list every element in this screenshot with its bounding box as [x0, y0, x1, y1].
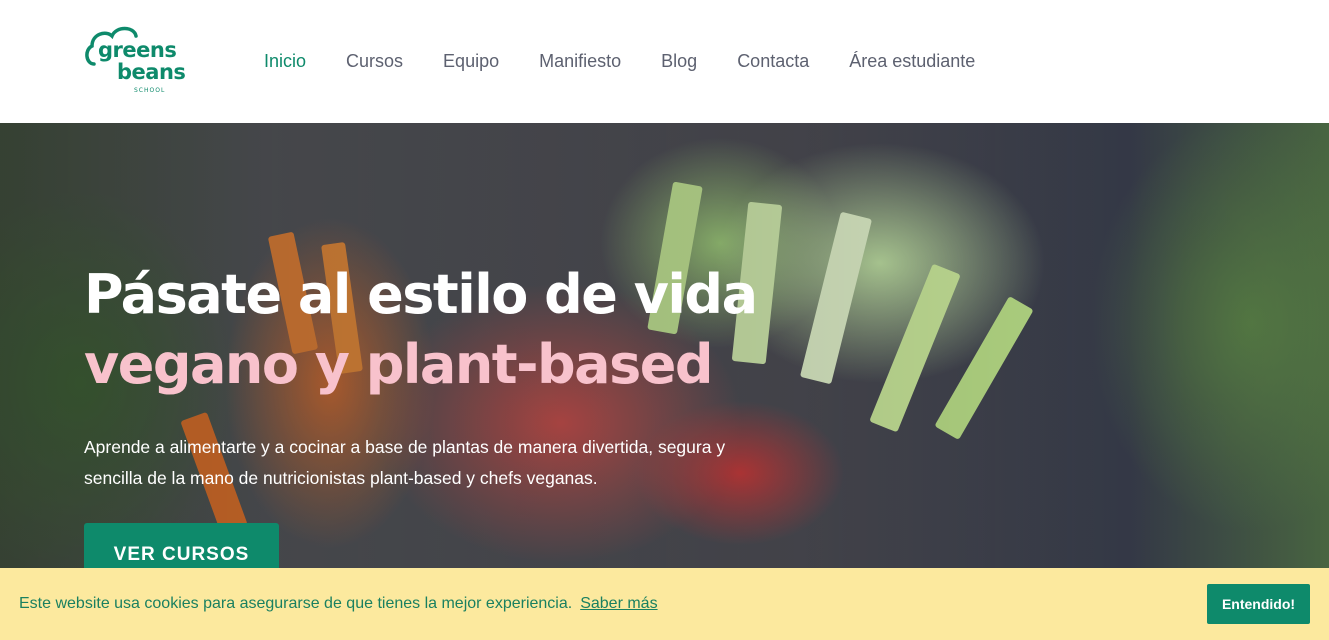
greens-beans-logo[interactable]: greens beans SCHOOL: [84, 24, 206, 98]
logo-text-beans: beans: [117, 60, 186, 84]
hero-title-highlight: vegano y plant-based: [84, 333, 714, 396]
hero-title: Pásate al estilo de vida: [84, 263, 758, 326]
nav-item-cursos[interactable]: Cursos: [346, 48, 403, 74]
main-nav: Inicio Cursos Equipo Manifiesto Blog Con…: [264, 48, 1015, 74]
site-header: greens beans SCHOOL Inicio Cursos Equipo…: [0, 0, 1329, 123]
nav-item-contacta[interactable]: Contacta: [737, 48, 809, 74]
nav-item-equipo[interactable]: Equipo: [443, 48, 499, 74]
hero-subtitle: Aprende a alimentarte y a cocinar a base…: [84, 437, 726, 488]
nav-item-blog[interactable]: Blog: [661, 48, 697, 74]
cookie-accept-button[interactable]: Entendido!: [1207, 584, 1310, 624]
cookie-banner: Este website usa cookies para asegurarse…: [0, 568, 1329, 640]
nav-item-manifiesto[interactable]: Manifiesto: [539, 48, 621, 74]
cookie-message: Este website usa cookies para asegurarse…: [19, 595, 573, 612]
nav-item-area-estudiante[interactable]: Área estudiante: [849, 48, 975, 74]
logo-text-school: SCHOOL: [134, 87, 166, 94]
hero-section: Pásate al estilo de vida vegano y plant-…: [0, 123, 1329, 640]
cookie-message-row: Este website usa cookies para asegurarse…: [19, 595, 658, 613]
logo-text-greens: greens: [98, 38, 177, 62]
cookie-learn-more-link[interactable]: Saber más: [580, 595, 657, 612]
nav-item-inicio[interactable]: Inicio: [264, 48, 306, 74]
